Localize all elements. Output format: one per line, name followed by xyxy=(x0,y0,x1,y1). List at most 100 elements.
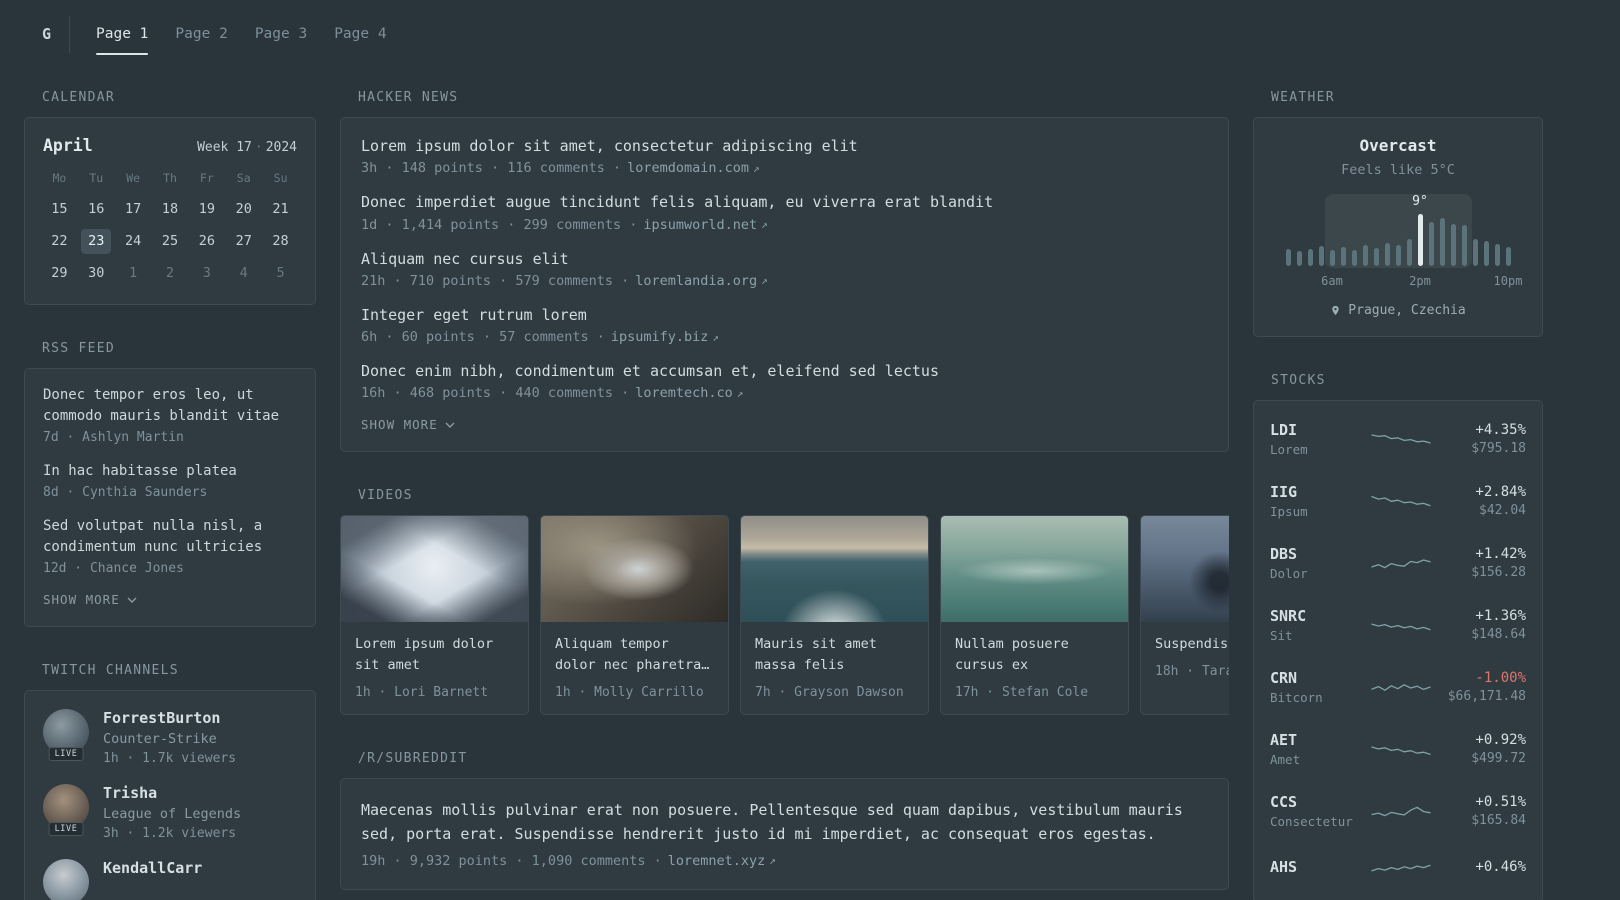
external-link-icon: ↗ xyxy=(761,218,768,231)
stock-change: +2.84% xyxy=(1475,484,1526,500)
show-more-label: SHOW MORE xyxy=(361,417,438,433)
twitch-channel-row[interactable]: LIVE Trisha League of Legends 3h · 1.2k … xyxy=(43,784,297,841)
rss-show-more-button[interactable]: SHOW MORE xyxy=(43,592,137,607)
page-tab[interactable]: Page 2 xyxy=(175,26,227,42)
stock-sparkline xyxy=(1371,495,1431,507)
dashboard-grid: CALENDAR April Week 17 · 2024 Mo Tu We Th Fr Sa… xyxy=(0,68,1620,900)
reddit-post-title[interactable]: Maecenas mollis pulvinar erat non posuer… xyxy=(361,799,1208,846)
hn-item-title[interactable]: Aliquam nec cursus elit xyxy=(361,249,1208,269)
video-title[interactable]: Lorem ipsum dolor sit amet consectetu… xyxy=(355,634,514,676)
video-title[interactable]: Suspendisse diam xyxy=(1155,634,1229,655)
hn-meta-text: 1d · 1,414 points · 299 comments · xyxy=(361,216,638,233)
hn-domain-link[interactable]: loremtech.co ↗ xyxy=(635,385,743,401)
calendar-day: 28 xyxy=(272,233,289,249)
weather-hour-bar xyxy=(1439,218,1445,266)
hackernews-widget-title: HACKER NEWS xyxy=(358,90,459,105)
hn-item-meta: 6h · 60 points · 57 comments · ipsumify.… xyxy=(361,329,1208,345)
year-label: 2024 xyxy=(265,140,297,155)
hn-item-meta: 3h · 148 points · 116 comments · loremdo… xyxy=(361,160,1208,176)
stock-symbol: LDI xyxy=(1270,421,1298,439)
rss-item-link[interactable]: Sed volutpat nulla nisl, a condimentum n… xyxy=(43,516,297,558)
calendar-header: April Week 17 · 2024 xyxy=(41,134,299,155)
rss-card: Donec tempor eros leo, ut commodo mauris… xyxy=(24,368,316,627)
channel-name[interactable]: ForrestBurton xyxy=(103,709,236,727)
video-card-body: Aliquam tempor dolor nec pharetra… 1h · … xyxy=(541,622,728,714)
weather-hour-bar xyxy=(1494,244,1500,266)
stock-id: AHS xyxy=(1270,858,1362,879)
stock-sparkline xyxy=(1371,559,1431,569)
reddit-domain-text: loremnet.xyz xyxy=(667,852,766,869)
hackernews-item: Lorem ipsum dolor sit amet, consectetur … xyxy=(361,136,1208,176)
page-tab[interactable]: Page 3 xyxy=(255,26,307,42)
channel-name[interactable]: KendallCarr xyxy=(103,859,202,877)
rss-item-link[interactable]: Donec tempor eros leo, ut commodo mauris… xyxy=(43,385,297,427)
hn-meta-text: 6h · 60 points · 57 comments · xyxy=(361,329,605,345)
calendar-day: 5 xyxy=(276,265,285,281)
hn-domain-link[interactable]: loremlandia.org ↗ xyxy=(635,273,768,289)
video-card[interactable]: Lorem ipsum dolor sit amet consectetu… 1… xyxy=(340,515,529,716)
page-tab[interactable]: Page 4 xyxy=(334,26,386,42)
app-logo[interactable]: G xyxy=(42,25,51,43)
calendar-day: 18 xyxy=(161,201,179,217)
stock-id: SNRC Sit xyxy=(1270,607,1362,643)
hn-item-title[interactable]: Lorem ipsum dolor sit amet, consectetur … xyxy=(361,136,1208,156)
hn-domain-link[interactable]: ipsumworld.net ↗ xyxy=(643,217,767,233)
show-more-label: SHOW MORE xyxy=(43,592,120,607)
video-meta: 7h · Grayson Dawson xyxy=(755,685,904,701)
channel-name[interactable]: Trisha xyxy=(103,784,241,802)
page-tab[interactable]: Page 1 xyxy=(96,26,149,55)
video-title[interactable]: Mauris sit amet massa felis xyxy=(755,634,914,676)
weather-widget-title: WEATHER xyxy=(1271,90,1335,105)
hn-item-title[interactable]: Integer eget rutrum lorem xyxy=(361,305,1208,325)
video-meta: 18h · Tara xyxy=(1155,664,1229,680)
top-nav: G Page 1 Page 2 Page 3 Page 4 xyxy=(0,0,1620,68)
video-card[interactable]: Mauris sit amet massa felis 7h · Grayson… xyxy=(740,515,929,716)
stocks-widget-title: STOCKS xyxy=(1271,373,1326,388)
hackernews-item: Aliquam nec cursus elit 21h · 710 points… xyxy=(361,249,1208,289)
video-card[interactable]: Nullam posuere cursus ex 17h · Stefan Co… xyxy=(940,515,1129,716)
reddit-domain-link[interactable]: loremnet.xyz ↗ xyxy=(668,853,776,869)
rss-item-link[interactable]: In hac habitasse platea xyxy=(43,461,297,482)
day-header: Th xyxy=(163,171,177,185)
weather-feels-like: Feels like 5°C xyxy=(1341,162,1455,178)
avatar: LIVE xyxy=(43,709,89,761)
twitch-channel-row[interactable]: LIVE KendallCarr xyxy=(43,859,297,900)
calendar-month: April xyxy=(43,136,93,155)
video-card[interactable]: Aliquam tempor dolor nec pharetra… 1h · … xyxy=(540,515,729,716)
video-title[interactable]: Nullam posuere cursus ex xyxy=(955,634,1114,676)
hackernews-item: Integer eget rutrum lorem 6h · 60 points… xyxy=(361,305,1208,345)
hn-domain-link[interactable]: loremdomain.com ↗ xyxy=(627,160,760,176)
live-badge: LIVE xyxy=(48,822,84,836)
stock-symbol: SNRC xyxy=(1270,607,1307,625)
channel-meta: 1h · 1.7k viewers xyxy=(103,751,237,766)
weather-hour-bar xyxy=(1428,222,1434,266)
rss-widget-title: RSS FEED xyxy=(42,341,116,356)
twitch-channel-row[interactable]: LIVE ForrestBurton Counter-Strike 1h · 1… xyxy=(43,709,297,766)
video-card-body: Lorem ipsum dolor sit amet consectetu… 1… xyxy=(341,622,528,714)
calendar-widget: CALENDAR April Week 17 · 2024 Mo Tu We Th Fr Sa… xyxy=(24,90,316,305)
weather-widget: WEATHER Overcast Feels like 5°C 9° 6am 2pm… xyxy=(1253,90,1543,337)
stock-price: $42.04 xyxy=(1479,503,1526,518)
stock-price: $156.28 xyxy=(1471,565,1526,580)
video-card[interactable]: Suspendisse diam 18h · Tara xyxy=(1140,515,1229,716)
stock-row: SNRC Sit +1.36% $148.64 xyxy=(1270,594,1526,656)
video-title[interactable]: Aliquam tempor dolor nec pharetra… xyxy=(555,634,714,676)
hn-domain-link[interactable]: ipsumify.biz ↗ xyxy=(611,329,719,345)
separator-dot: · xyxy=(254,140,263,155)
stock-change: +1.36% xyxy=(1475,608,1526,624)
videos-row: Lorem ipsum dolor sit amet consectetu… 1… xyxy=(340,515,1229,716)
stock-name: Consectetur xyxy=(1270,814,1353,829)
channel-category[interactable]: Counter-Strike xyxy=(103,731,236,747)
stock-name: Bitcorn xyxy=(1270,690,1323,705)
stock-id: CCS Consectetur xyxy=(1270,793,1362,829)
hn-item-title[interactable]: Donec enim nibh, condimentum et accumsan… xyxy=(361,361,1208,381)
hn-item-title[interactable]: Donec imperdiet augue tincidunt felis al… xyxy=(361,192,1208,212)
weather-hour-bar xyxy=(1417,214,1423,266)
weather-hour-bar xyxy=(1505,247,1511,266)
stock-row: AET Amet +0.92% $499.72 xyxy=(1270,718,1526,780)
channel-avatar xyxy=(43,859,89,900)
twitch-widget-title: TWITCH CHANNELS xyxy=(42,663,179,678)
hn-show-more-button[interactable]: SHOW MORE xyxy=(361,417,455,432)
stock-change: +0.51% xyxy=(1475,794,1526,810)
channel-category[interactable]: League of Legends xyxy=(103,806,241,822)
